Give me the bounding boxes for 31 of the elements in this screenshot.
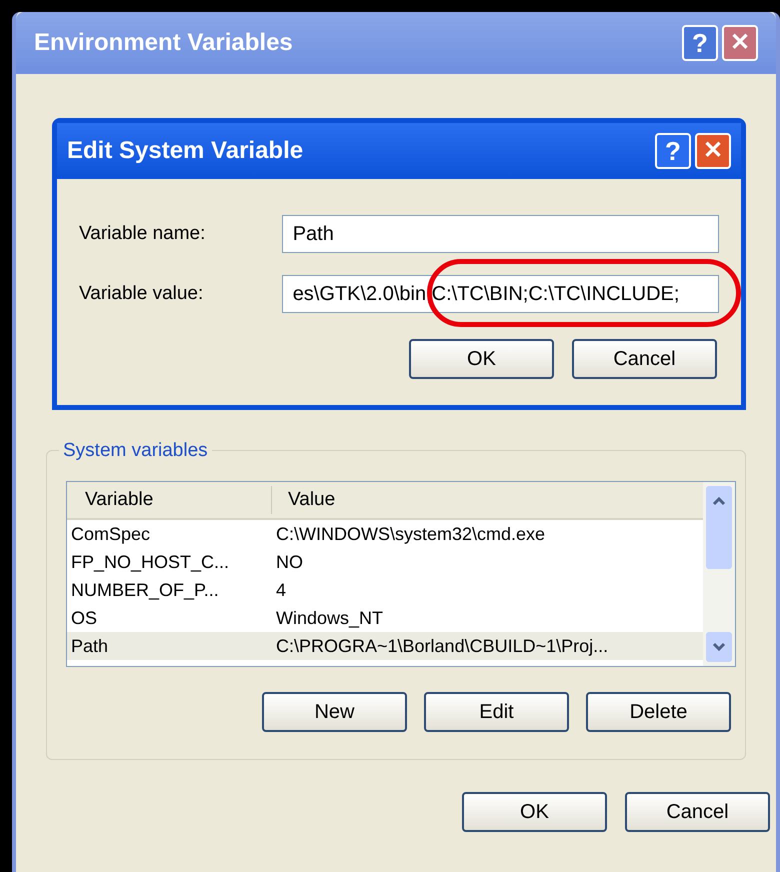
input-field[interactable]: Path: [282, 215, 719, 253]
help-button[interactable]: ?: [682, 25, 718, 61]
column-header[interactable]: Value: [272, 486, 336, 514]
scrollbar[interactable]: [703, 482, 735, 666]
list-action-button[interactable]: Delete: [586, 692, 731, 732]
variable-value: Windows_NT: [275, 606, 384, 630]
list-action-button[interactable]: Edit: [424, 692, 569, 732]
variable-name: FP_NO_HOST_C...: [70, 550, 230, 574]
list-row[interactable]: Path C:\PROGRA~1\Borland\CBUILD~1\Proj...: [67, 632, 703, 660]
dialog-button[interactable]: Cancel: [572, 339, 717, 379]
close-button[interactable]: ✕: [722, 25, 758, 61]
column-header[interactable]: Variable: [67, 486, 272, 514]
close-button[interactable]: ✕: [695, 133, 731, 169]
window-button[interactable]: OK: [462, 792, 607, 832]
variable-name: Path: [70, 634, 110, 658]
variable-value: NO: [275, 550, 303, 574]
window-title: Environment Variables: [34, 28, 293, 58]
variable-name: OS: [70, 606, 98, 630]
variable-value: C:\PROGRA~1\Borland\CBUILD~1\Proj...: [275, 634, 608, 658]
help-button[interactable]: ?: [655, 133, 691, 169]
field-label: Variable value:: [79, 282, 204, 306]
variable-value: C:\WINDOWS\system32\cmd.exe: [275, 522, 546, 546]
dialog-title: Edit System Variable: [67, 136, 304, 166]
field-label: Variable name:: [79, 222, 206, 246]
list-action-button[interactable]: New: [262, 692, 407, 732]
variable-value: 4: [275, 578, 286, 602]
variable-name: NUMBER_OF_P...: [70, 578, 220, 602]
dialog-button[interactable]: OK: [409, 339, 554, 379]
window-button[interactable]: Cancel: [625, 792, 770, 832]
scroll-down-icon[interactable]: [706, 632, 732, 662]
variable-name: ComSpec: [70, 522, 152, 546]
